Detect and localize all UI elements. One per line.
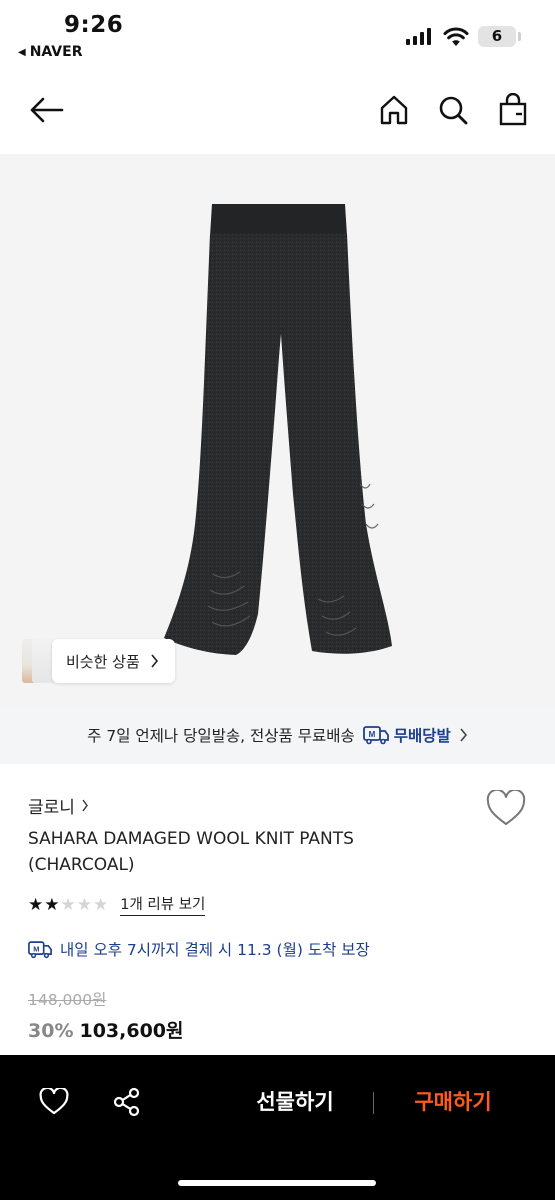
star-filled-icon: ★	[28, 894, 44, 915]
status-time: 9:26	[64, 12, 124, 38]
divider	[373, 1092, 374, 1114]
similar-products[interactable]: 비슷한 상품	[22, 639, 175, 683]
home-button[interactable]	[374, 90, 414, 130]
home-icon	[380, 95, 408, 125]
search-button[interactable]	[433, 90, 473, 130]
delivery-truck-icon: M	[362, 726, 389, 745]
similar-label: 비슷한 상품	[66, 652, 140, 671]
star-empty-icon: ★	[76, 894, 92, 915]
wifi-icon	[443, 27, 469, 46]
cellular-signal-icon	[406, 28, 431, 45]
back-app-label: NAVER	[29, 44, 83, 60]
home-indicator	[178, 1180, 376, 1186]
svg-text:M: M	[368, 730, 375, 739]
shopping-bag-icon	[499, 93, 527, 126]
svg-text:M: M	[33, 944, 39, 953]
rating-stars: ★ ★ ★ ★ ★	[28, 895, 108, 915]
delivery-truck-icon: M	[28, 940, 52, 958]
star-empty-icon: ★	[60, 894, 76, 915]
gift-button[interactable]: 선물하기	[230, 1085, 360, 1119]
sale-price: 103,600원	[79, 1020, 184, 1042]
discount-rate: 30%	[28, 1020, 74, 1042]
star-filled-icon: ★	[44, 894, 60, 915]
delivery-guarantee: M 내일 오후 7시까지 결제 시 11.3 (월) 도착 보장	[28, 938, 370, 960]
back-triangle-icon: ◀	[18, 46, 26, 58]
buy-button[interactable]: 구매하기	[398, 1085, 508, 1119]
delivery-text: 내일 오후 7시까지 결제 시 11.3 (월) 도착 보장	[60, 941, 370, 959]
share-button[interactable]	[110, 1085, 144, 1119]
status-bar: 9:26 ◀ NAVER 6	[0, 0, 555, 72]
shipping-banner[interactable]: 주 7일 언제나 당일발송, 전상품 무료배송 M 무배당발	[0, 706, 555, 764]
battery-cap	[518, 32, 521, 41]
brand-link[interactable]: 글로니	[28, 793, 89, 818]
brand-name: 글로니	[28, 798, 75, 818]
wishlist-button[interactable]	[37, 1085, 71, 1119]
free-delivery-badge: M 무배당발	[362, 724, 451, 746]
shipping-text: 주 7일 언제나 당일발송, 전상품 무료배송	[87, 727, 355, 745]
top-nav	[0, 72, 555, 154]
heart-icon	[39, 1088, 69, 1115]
product-image[interactable]: 비슷한 상품	[0, 154, 555, 706]
review-link[interactable]: 1개 리뷰 보기	[120, 893, 206, 916]
similar-products-button[interactable]: 비슷한 상품	[52, 639, 175, 683]
star-empty-icon: ★	[93, 894, 109, 915]
product-page: 9:26 ◀ NAVER 6 비슷한 상품 주 7일 언제나 당일발송, 전상품…	[0, 0, 555, 1200]
battery-indicator: 6	[478, 26, 516, 47]
back-arrow-icon	[30, 97, 64, 123]
price-row: 30% 103,600원	[28, 1016, 184, 1043]
chevron-right-icon	[82, 799, 88, 812]
chevron-right-icon	[151, 654, 158, 668]
cart-button[interactable]	[493, 90, 533, 130]
back-to-app-link[interactable]: ◀ NAVER	[18, 44, 82, 60]
product-title: SAHARA DAMAGED WOOL KNIT PANTS (CHARCOAL…	[28, 829, 354, 875]
rating-row: ★ ★ ★ ★ ★ 1개 리뷰 보기	[28, 893, 206, 916]
pants-image	[164, 204, 392, 655]
search-icon	[439, 96, 468, 125]
share-icon	[113, 1087, 140, 1117]
bottom-action-bar: 선물하기 구매하기	[0, 1055, 555, 1200]
badge-label: 무배당발	[393, 727, 451, 745]
original-price: 148,000원	[28, 991, 107, 1009]
chevron-right-icon	[460, 728, 467, 742]
favorite-heart-icon[interactable]	[486, 790, 526, 828]
back-button[interactable]	[26, 90, 66, 130]
